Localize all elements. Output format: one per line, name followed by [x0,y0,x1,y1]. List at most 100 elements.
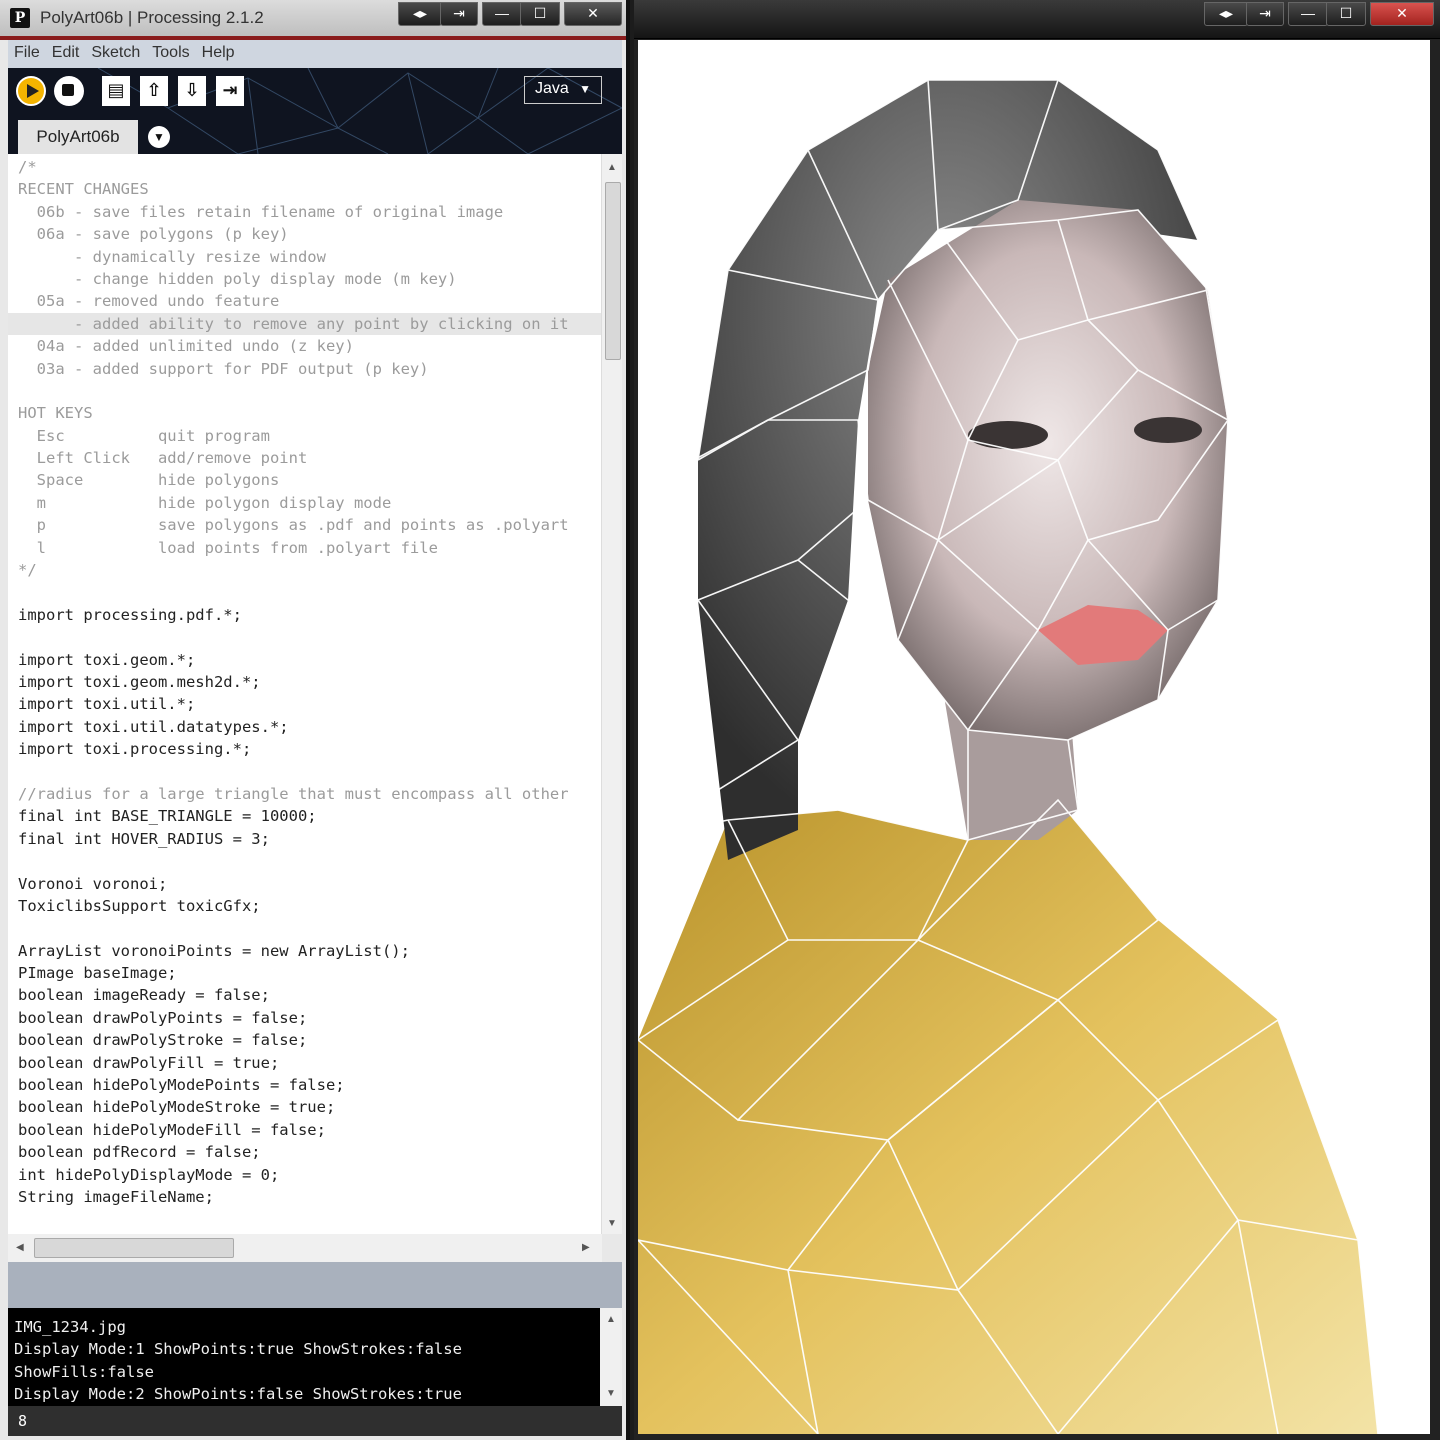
stop-icon[interactable] [54,76,84,106]
maximize-button[interactable]: ☐ [520,2,560,26]
toolbar: ▤ ⇧ ⇩ ⇥ Java ▼ PolyArt06b ▼ [8,68,622,154]
code-line: ArrayList voronoiPoints = new ArrayList(… [18,941,410,960]
menu-edit[interactable]: Edit [46,40,86,62]
menu-tools[interactable]: Tools [146,40,195,62]
code-line: 06a - save polygons (p key) [18,225,289,244]
status-bar: 8 [8,1406,622,1436]
menu-file[interactable]: File [8,40,46,62]
scroll-right-icon[interactable]: ▶ [582,1242,590,1253]
sketch-output-window: ◂▸ ⇥ — ☐ ✕ [634,0,1440,1440]
menu-sketch[interactable]: Sketch [85,40,146,62]
code-line: m hide polygon display mode [18,493,392,512]
code-line: - dynamically resize window [18,247,326,266]
portrait-mesh-image[interactable] [638,40,1430,1434]
scroll-thumb[interactable] [605,182,621,360]
tab-polyart06b[interactable]: PolyArt06b [18,120,138,154]
code-line: Space hide polygons [18,471,280,490]
code-line: import toxi.geom.mesh2d.*; [18,672,261,691]
code-line: p save polygons as .pdf and points as .p… [18,516,569,535]
sketch-titlebar[interactable]: ◂▸ ⇥ — ☐ ✕ [634,0,1440,39]
console-line: IMG_1234.jpg [14,1318,126,1336]
processing-ide-window: P PolyArt06b | Processing 2.1.2 ◂▸ ⇥ — ☐… [0,0,630,1440]
console-line: ShowFills:false [14,1362,154,1381]
maximize-button[interactable]: ☐ [1326,2,1366,26]
code-editor[interactable]: /* RECENT CHANGES 06b - save files retain… [8,154,622,1234]
sketch-canvas[interactable] [638,40,1430,1434]
code-line: final int HOVER_RADIUS = 3; [18,829,270,848]
processing-app-icon: P [10,8,30,28]
code-line: boolean drawPolyPoints = false; [18,1008,308,1027]
code-line: 06b - save files retain filename of orig… [18,202,504,221]
code-line: ToxiclibsSupport toxicGfx; [18,896,261,915]
minimize-button[interactable]: — [482,2,522,26]
code-line: int hidePolyDisplayMode = 0; [18,1165,280,1184]
snap-icon[interactable]: ◂▸ [1204,2,1248,26]
editor-horizontal-scrollbar[interactable]: ◀ ▶ [8,1234,602,1262]
scroll-up-icon[interactable]: ▲ [607,162,617,173]
code-line: /* [18,158,37,176]
code-line: boolean drawPolyStroke = false; [18,1031,308,1050]
code-line: boolean hidePolyModePoints = false; [18,1076,345,1095]
code-line-current: - added ability to remove any point by c… [8,312,612,336]
code-line: - change hidden poly display mode (m key… [18,269,457,288]
tab-menu-icon[interactable]: ▼ [148,126,170,148]
code-line: HOT KEYS [18,404,93,423]
code-line: boolean hidePolyModeFill = false; [18,1120,326,1139]
scroll-left-icon[interactable]: ◀ [16,1242,24,1253]
code-line: */ [18,561,37,580]
window-title: PolyArt06b | Processing 2.1.2 [40,8,264,27]
code-line: 04a - added unlimited undo (z key) [18,337,354,356]
code-line: 03a - added support for PDF output (p ke… [18,359,429,378]
code-line: boolean hidePolyModeStroke = true; [18,1098,336,1117]
new-icon[interactable]: ▤ [102,76,130,106]
ide-titlebar[interactable]: P PolyArt06b | Processing 2.1.2 ◂▸ ⇥ — ☐… [0,0,626,39]
close-button[interactable]: ✕ [1370,2,1434,26]
line-number: 8 [18,1412,28,1430]
save-icon[interactable]: ⇩ [178,76,206,106]
code-line: import toxi.geom.*; [18,650,196,669]
code-line: final int BASE_TRIANGLE = 10000; [18,807,317,826]
close-button[interactable]: ✕ [564,2,622,26]
console-line: Display Mode:2 ShowPoints:false ShowStro… [14,1384,462,1403]
snap-icon[interactable]: ◂▸ [398,2,442,26]
open-icon[interactable]: ⇧ [140,76,168,106]
code-line: Esc quit program [18,426,270,445]
editor-vertical-scrollbar[interactable]: ▲ ▼ [601,154,622,1234]
code-line: boolean drawPolyFill = true; [18,1053,280,1072]
code-line: import toxi.util.datatypes.*; [18,717,289,736]
code-line: Left Click add/remove point [18,449,308,468]
code-line: import toxi.processing.*; [18,740,252,759]
horizontal-scroll-thumb[interactable] [34,1238,234,1258]
left-eye-shape [968,421,1048,449]
console-scroll-up-icon[interactable]: ▲ [606,1314,616,1325]
right-eye-shape [1134,417,1202,443]
mode-label: Java [535,80,569,97]
mode-selector[interactable]: Java ▼ [524,76,602,104]
code-line: 05a - removed undo feature [18,292,280,311]
message-bar [8,1262,622,1308]
export-icon[interactable]: ⇥ [216,76,244,106]
scroll-down-icon[interactable]: ▼ [607,1218,617,1229]
code-line: boolean imageReady = false; [18,986,270,1005]
run-icon[interactable] [16,76,46,106]
code-line: import toxi.util.*; [18,695,196,714]
code-line: String imageFileName; [18,1187,214,1206]
code-line: Voronoi voronoi; [18,874,168,893]
console-output[interactable]: IMG_1234.jpg Display Mode:1 ShowPoints:tr… [8,1308,622,1406]
pin-icon[interactable]: ⇥ [440,2,478,26]
menu-bar: File Edit Sketch Tools Help [8,40,622,69]
pin-icon[interactable]: ⇥ [1246,2,1284,26]
code-line: boolean pdfRecord = false; [18,1143,261,1162]
minimize-button[interactable]: — [1288,2,1328,26]
code-text[interactable]: /* RECENT CHANGES 06b - save files retain… [8,156,612,1208]
console-text: IMG_1234.jpg Display Mode:1 ShowPoints:tr… [14,1316,462,1405]
console-scrollbar[interactable]: ▲ ▼ [600,1308,622,1406]
code-line: l load points from .polyart file [18,538,438,557]
console-scroll-down-icon[interactable]: ▼ [606,1388,616,1399]
menu-help[interactable]: Help [196,40,241,62]
